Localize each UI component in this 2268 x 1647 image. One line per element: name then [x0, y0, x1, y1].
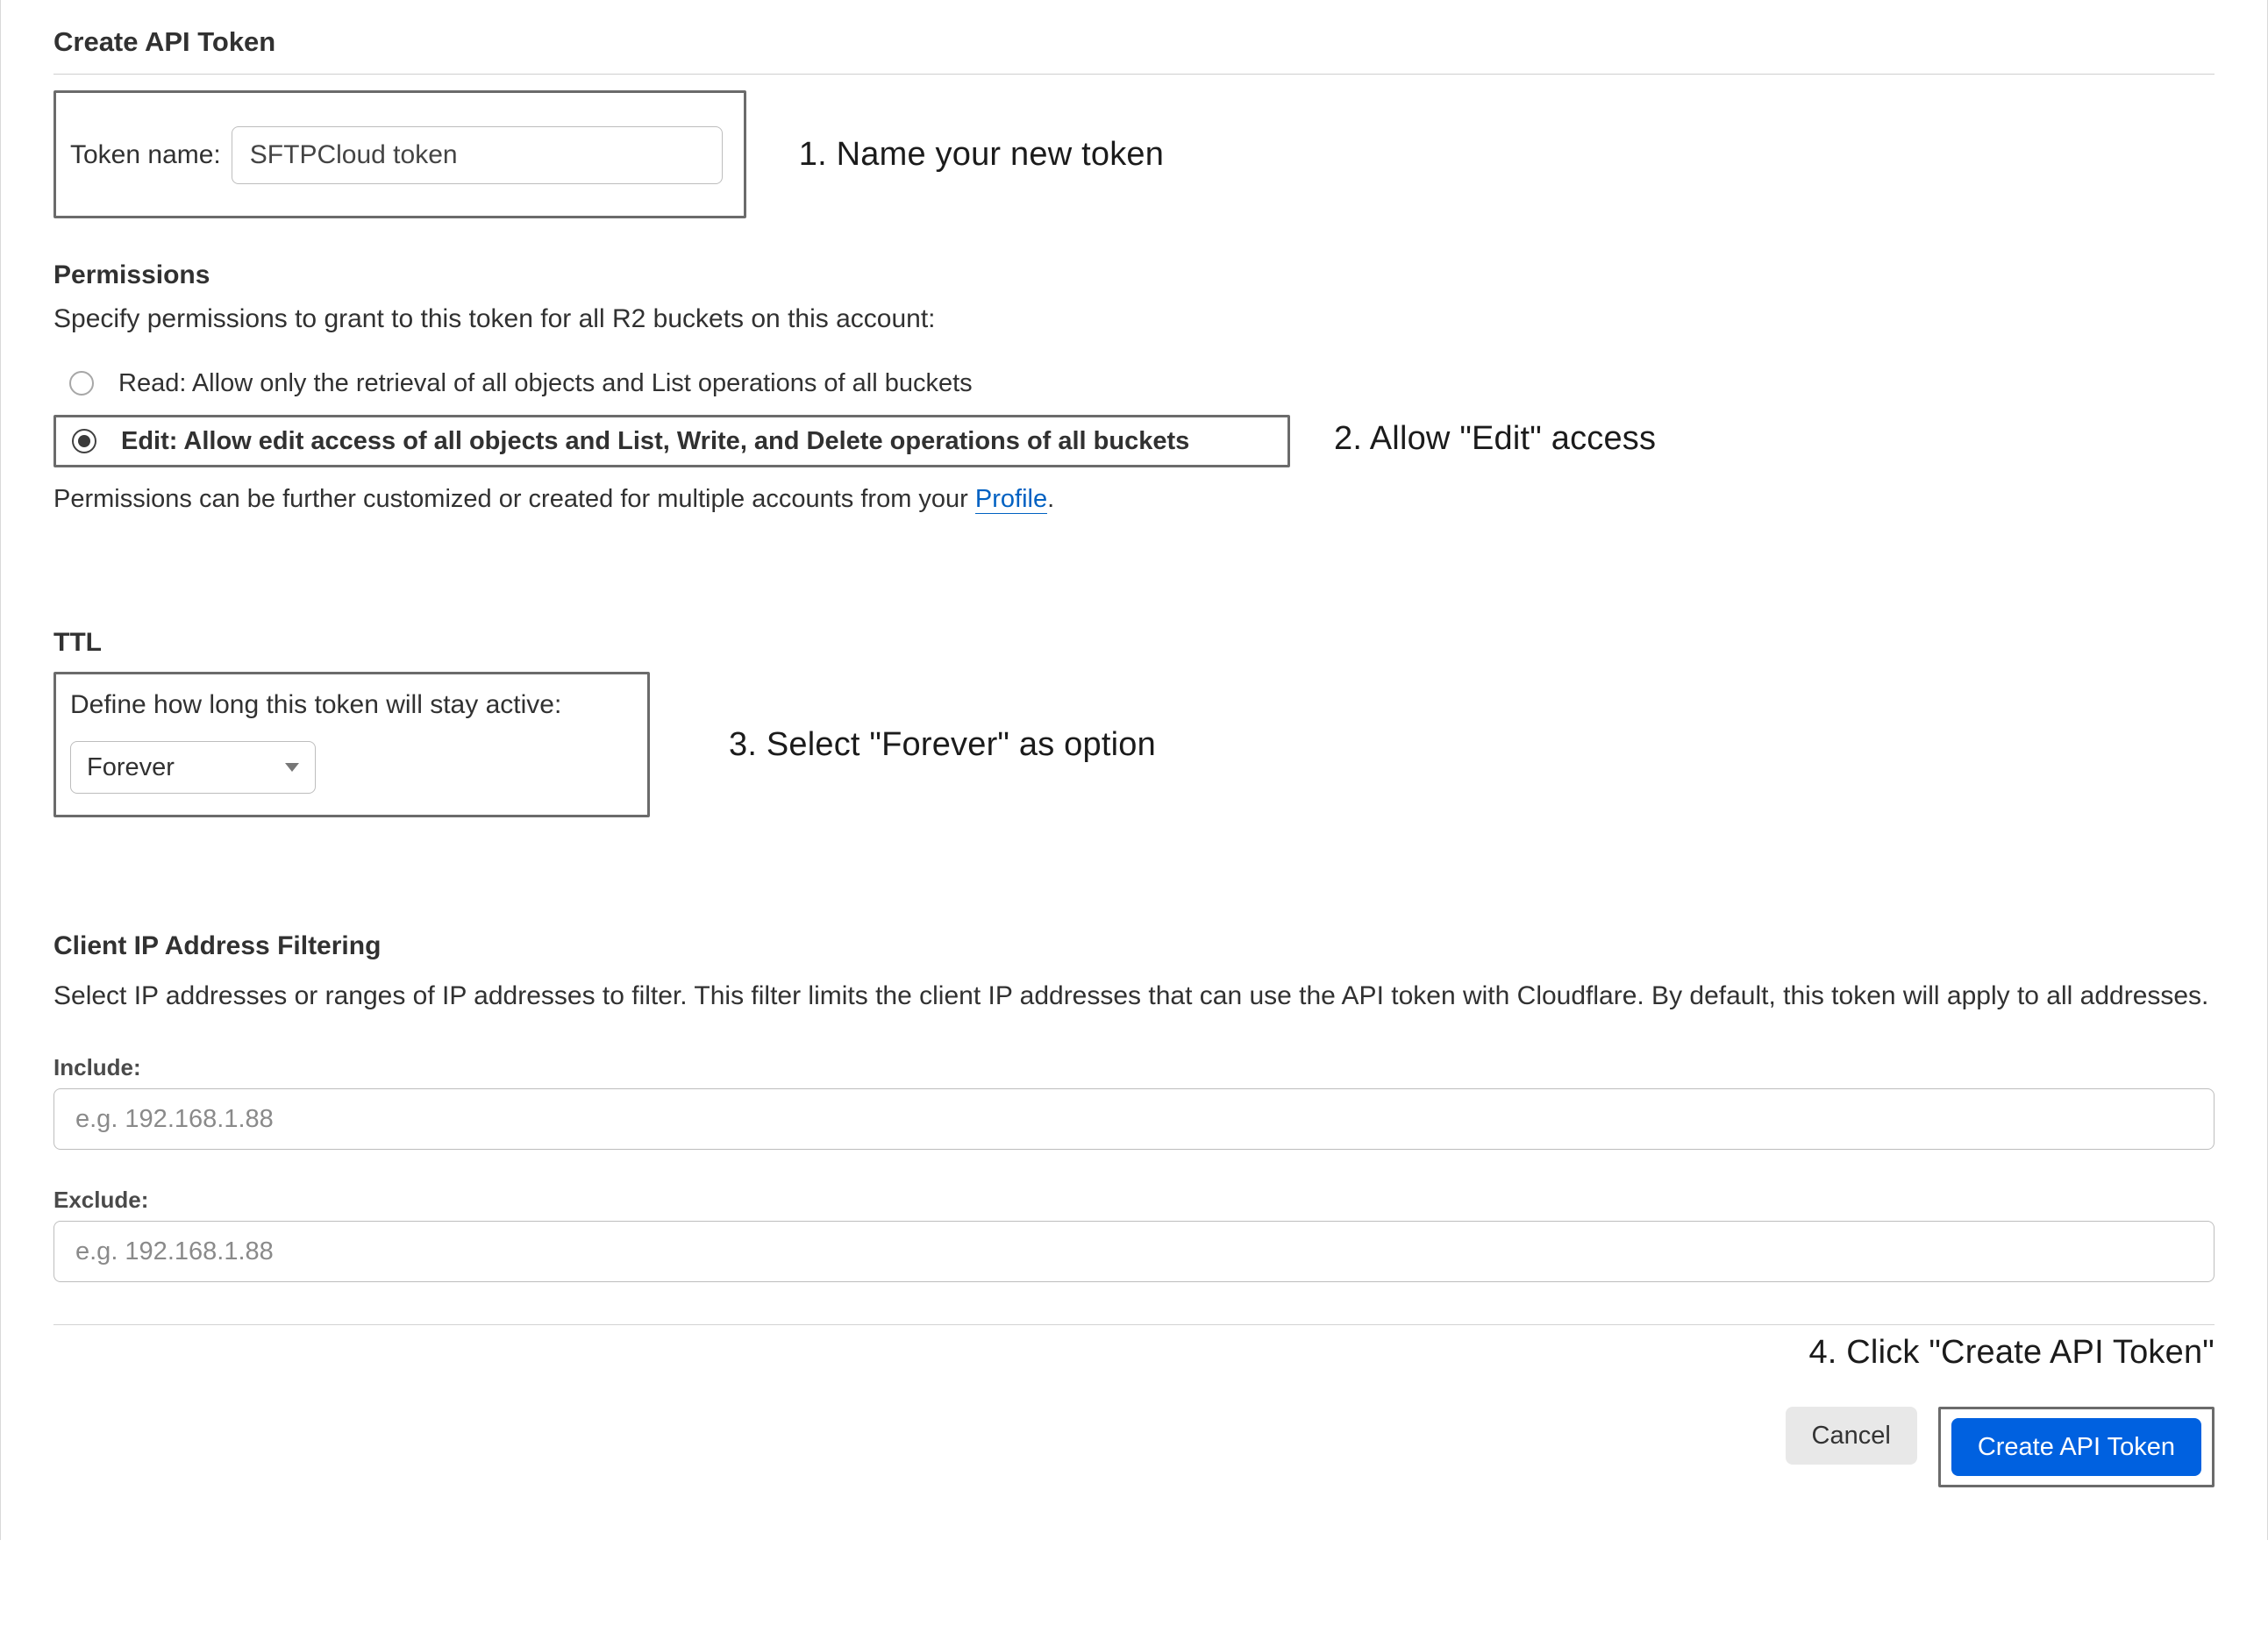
separator — [53, 1324, 2215, 1325]
annotation-step3: 3. Select "Forever" as option — [729, 726, 1156, 764]
radio-unselected-icon — [69, 371, 94, 396]
token-name-label: Token name: — [70, 140, 221, 170]
permission-edit-label: Edit: Allow edit access of all objects a… — [121, 427, 1189, 456]
token-name-highlight: Token name: — [53, 90, 746, 218]
page-title: Create API Token — [53, 26, 2215, 58]
buttons-row: Cancel Create API Token — [53, 1407, 2215, 1487]
ttl-description: Define how long this token will stay act… — [70, 690, 633, 720]
ttl-heading: TTL — [53, 628, 2215, 658]
create-button-highlight: Create API Token — [1938, 1407, 2215, 1487]
cancel-button[interactable]: Cancel — [1786, 1407, 1917, 1465]
permissions-description: Specify permissions to grant to this tok… — [53, 304, 2215, 334]
title-row: Create API Token — [53, 26, 2215, 75]
token-name-input[interactable] — [232, 126, 723, 184]
permission-read-row[interactable]: Read: Allow only the retrieval of all ob… — [53, 357, 2215, 410]
ttl-select[interactable]: Forever — [70, 741, 316, 794]
ttl-highlight: Define how long this token will stay act… — [53, 672, 650, 817]
exclude-label: Exclude: — [53, 1187, 2215, 1214]
annotation-step4: 4. Click "Create API Token" — [1808, 1334, 2215, 1371]
include-input[interactable] — [53, 1088, 2215, 1150]
ttl-selected-value: Forever — [87, 753, 175, 782]
token-name-block: Token name: — [56, 93, 744, 216]
create-api-token-button[interactable]: Create API Token — [1951, 1418, 2201, 1476]
chevron-down-icon — [285, 763, 299, 772]
annotation-step4-wrap: 4. Click "Create API Token" — [53, 1334, 2215, 1372]
page-container: Create API Token Token name: 1. Name you… — [0, 0, 2268, 1540]
permission-edit-row-wrap: Edit: Allow edit access of all objects a… — [53, 410, 2215, 467]
ip-filter-description: Select IP addresses or ranges of IP addr… — [53, 975, 2215, 1017]
profile-link[interactable]: Profile — [975, 485, 1047, 514]
permission-edit-row[interactable]: Edit: Allow edit access of all objects a… — [53, 415, 1290, 467]
ttl-row: Define how long this token will stay act… — [53, 672, 2215, 817]
annotation-step1: 1. Name your new token — [799, 136, 1164, 174]
profile-prefix: Permissions can be further customized or… — [53, 485, 975, 513]
profile-suffix: . — [1047, 485, 1054, 513]
radio-selected-icon — [72, 429, 96, 453]
ip-filter-heading: Client IP Address Filtering — [53, 931, 2215, 961]
permissions-profile-line: Permissions can be further customized or… — [53, 485, 2215, 514]
permission-read-label: Read: Allow only the retrieval of all ob… — [118, 369, 973, 398]
token-name-row: Token name: 1. Name your new token — [53, 90, 2215, 218]
radio-selected-dot — [78, 435, 90, 447]
include-label: Include: — [53, 1054, 2215, 1081]
permissions-heading: Permissions — [53, 260, 2215, 290]
annotation-step2: 2. Allow "Edit" access — [1334, 420, 1656, 458]
exclude-input[interactable] — [53, 1221, 2215, 1282]
